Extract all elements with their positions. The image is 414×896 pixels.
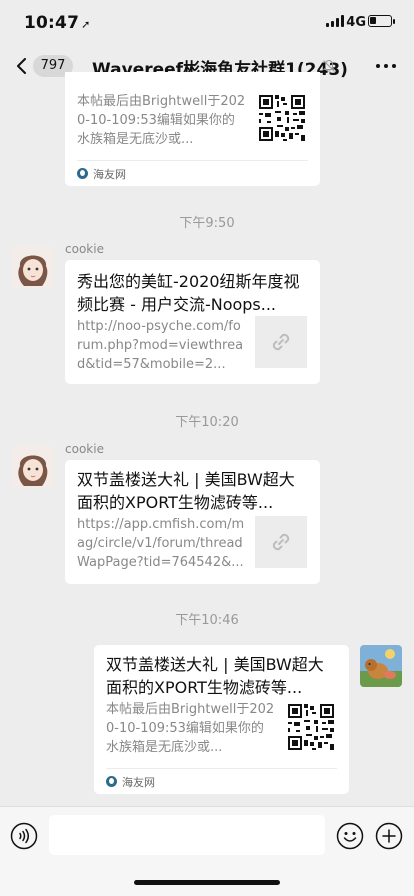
link-thumbnail xyxy=(255,316,307,368)
link-card[interactable]: 双节盖楼送大礼 | 美国BW超大面积的XPORT生物滤砖等... 本帖最后由Br… xyxy=(94,645,349,794)
link-card-title: 双节盖楼送大礼 | 美国BW超大面积的XPORT生物滤砖等... xyxy=(77,470,295,512)
qr-code-image xyxy=(259,95,305,141)
link-card-title: 双节盖楼送大礼 | 美国BW超大面积的XPORT生物滤砖等... xyxy=(106,655,324,697)
link-card-desc: https://app.cmfish.com/mag/circle/v1/for… xyxy=(77,517,245,570)
link-card-desc: 本帖最后由Brightwell于2020-10-109:53编辑如果你的水族箱是… xyxy=(77,94,246,147)
message-timestamp: 下午9:50 xyxy=(179,216,235,231)
qr-code-image xyxy=(288,704,334,750)
signal-icon xyxy=(326,15,344,27)
link-card[interactable]: 秀出您的美缸-2020纽斯年度视频比赛 - 用户交流-Noops... http… xyxy=(65,260,320,384)
link-icon xyxy=(272,333,290,351)
sender-name: cookie xyxy=(65,242,104,256)
link-card-source: 海友网 xyxy=(77,160,308,186)
source-logo-icon xyxy=(106,776,117,787)
status-bar: 10:47 ➚ 4G xyxy=(0,0,414,46)
my-avatar[interactable] xyxy=(360,645,402,687)
mute-bell-icon xyxy=(322,59,336,72)
message-input[interactable] xyxy=(49,815,325,855)
home-indicator[interactable] xyxy=(134,880,280,885)
status-time: 10:47 ➚ xyxy=(24,13,91,33)
link-card[interactable]: 本帖最后由Brightwell于2020-10-109:53编辑如果你的水族箱是… xyxy=(65,72,320,186)
link-icon xyxy=(272,533,290,551)
message-timestamp: 下午10:20 xyxy=(175,415,239,430)
network-type: 4G xyxy=(346,15,366,30)
link-card-desc: 本帖最后由Brightwell于2020-10-109:53编辑如果你的水族箱是… xyxy=(106,702,275,755)
voice-input-icon[interactable] xyxy=(10,822,38,850)
more-options-button[interactable] xyxy=(376,64,396,68)
link-card[interactable]: 双节盖楼送大礼 | 美国BW超大面积的XPORT生物滤砖等... https:/… xyxy=(65,460,320,584)
link-card-desc: http://noo-psyche.com/forum.php?mod=view… xyxy=(77,319,244,372)
sender-avatar[interactable] xyxy=(12,446,54,488)
link-thumbnail xyxy=(255,516,307,568)
sender-name: cookie xyxy=(65,442,104,456)
battery-icon xyxy=(368,15,395,27)
link-card-source: 海友网 xyxy=(106,768,337,794)
location-arrow-icon: ➚ xyxy=(81,18,91,31)
message-timestamp: 下午10:46 xyxy=(175,613,239,628)
source-logo-icon xyxy=(77,168,88,179)
plus-icon[interactable] xyxy=(375,822,403,850)
back-chevron-icon[interactable] xyxy=(14,58,30,74)
sender-avatar[interactable] xyxy=(12,246,54,288)
emoji-icon[interactable] xyxy=(336,822,364,850)
link-card-title: 秀出您的美缸-2020纽斯年度视频比赛 - 用户交流-Noops... xyxy=(77,272,300,314)
